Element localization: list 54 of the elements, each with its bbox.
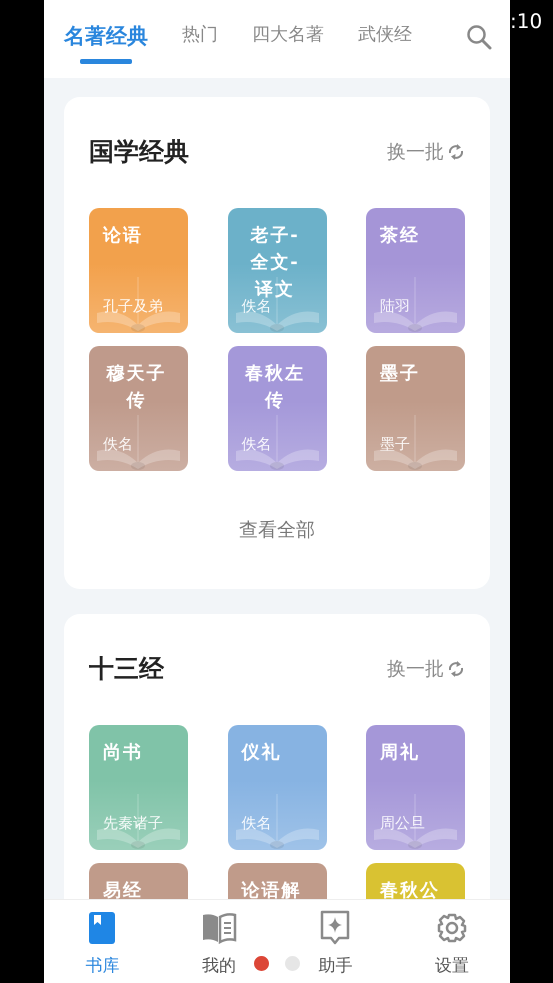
book-author: 佚名 — [242, 297, 272, 316]
book-title: 易经 — [103, 879, 143, 899]
book-author: 周公旦 — [380, 814, 425, 833]
book-author: 陆羽 — [380, 297, 410, 316]
nav-tab[interactable]: 设置 — [394, 900, 510, 983]
book-title: 穆天子传 — [105, 362, 168, 413]
book-cover[interactable]: 穆天子传 佚名 — [89, 346, 188, 471]
book-cover[interactable]: 春秋公 — [366, 863, 465, 899]
view-all-link[interactable]: 查看全部 — [239, 519, 315, 541]
nav-tab[interactable]: 助手 — [277, 900, 394, 983]
refresh-button[interactable]: 换一批 — [387, 138, 465, 164]
nav-tab[interactable]: 书库 — [44, 900, 160, 983]
book-title: 春秋左传 — [244, 362, 306, 413]
book-title: 论语解 — [242, 879, 302, 899]
category-tab[interactable]: 四大名著 — [252, 22, 324, 46]
book-cover[interactable]: 尚书 先秦诸子 — [89, 725, 188, 850]
settings-icon — [436, 912, 468, 944]
book-cover[interactable]: 周礼 周公旦 — [366, 725, 465, 850]
book-title: 老子-全文-译文 — [250, 224, 301, 300]
book-author: 佚名 — [242, 435, 272, 454]
category-tab[interactable]: 名著经典 — [64, 22, 148, 50]
bookmark-book-icon — [88, 911, 116, 945]
book-cover[interactable]: 论语 孔子及弟 — [89, 208, 188, 333]
book-author: 先秦诸子 — [103, 814, 163, 833]
open-book-icon — [200, 912, 237, 944]
book-title: 茶经 — [380, 224, 420, 248]
book-title: 尚书 — [103, 741, 143, 765]
book-author: 孔子及弟 — [103, 297, 163, 316]
book-cover[interactable]: 论语解 — [228, 863, 326, 899]
book-title: 春秋公 — [380, 879, 440, 899]
book-cover[interactable]: 老子-全文-译文 佚名 — [228, 208, 326, 333]
book-author: 佚名 — [242, 814, 272, 833]
book-title: 仪礼 — [242, 741, 282, 765]
section-title: 国学经典 — [89, 136, 189, 168]
refresh-icon — [447, 658, 465, 678]
book-cover[interactable]: 春秋左传 佚名 — [228, 346, 326, 471]
book-cover[interactable]: 茶经 陆羽 — [366, 208, 465, 333]
book-title: 周礼 — [380, 741, 420, 765]
status-time: :10 — [510, 9, 542, 33]
category-tab[interactable]: 热门 — [182, 22, 218, 46]
sparkle-icon — [320, 910, 350, 946]
book-title: 墨子 — [380, 362, 420, 386]
book-cover[interactable]: 仪礼 佚名 — [228, 725, 326, 850]
book-cover[interactable]: 易经 — [89, 863, 188, 899]
book-author: 墨子 — [380, 435, 410, 454]
book-author: 佚名 — [103, 435, 133, 454]
book-title: 论语 — [103, 224, 143, 248]
refresh-button[interactable]: 换一批 — [387, 656, 465, 682]
nav-tab[interactable]: 我的 — [160, 900, 277, 983]
category-tab[interactable]: 武侠经 — [358, 22, 412, 46]
refresh-icon — [447, 142, 465, 162]
search-icon[interactable] — [466, 24, 492, 50]
book-cover[interactable]: 墨子 墨子 — [366, 346, 465, 471]
section-title: 十三经 — [89, 653, 164, 685]
